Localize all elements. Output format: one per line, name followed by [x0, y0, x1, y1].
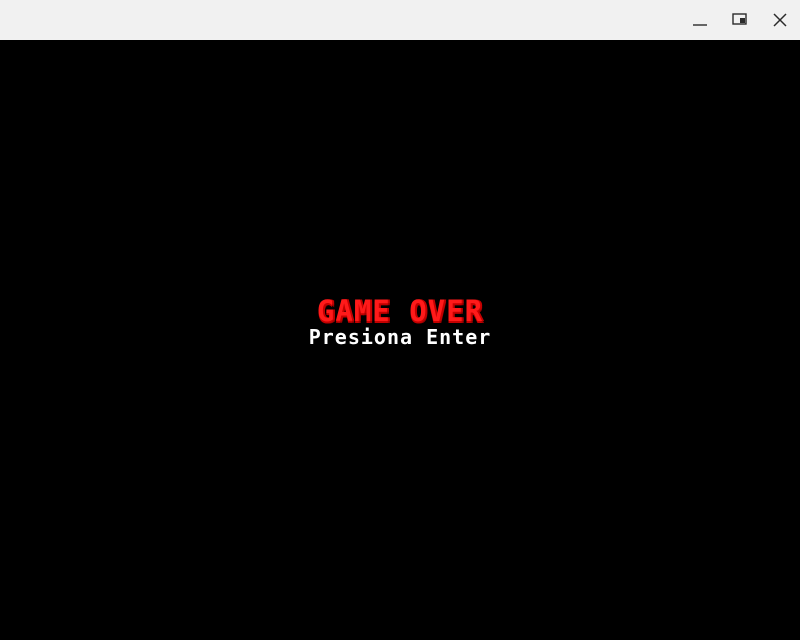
press-enter-prompt: Presiona Enter: [308, 325, 492, 349]
title-bar[interactable]: [0, 0, 800, 40]
game-over-title: GAME OVER: [316, 294, 484, 328]
game-canvas[interactable]: GAME OVER Presiona Enter: [0, 40, 800, 640]
game-window: GAME OVER Presiona Enter: [0, 0, 800, 640]
close-button[interactable]: [760, 0, 800, 40]
restore-icon: [732, 13, 748, 27]
minimize-button[interactable]: [680, 0, 720, 40]
restore-button[interactable]: [720, 0, 760, 40]
minimize-icon: [693, 13, 707, 27]
close-icon: [773, 13, 787, 27]
